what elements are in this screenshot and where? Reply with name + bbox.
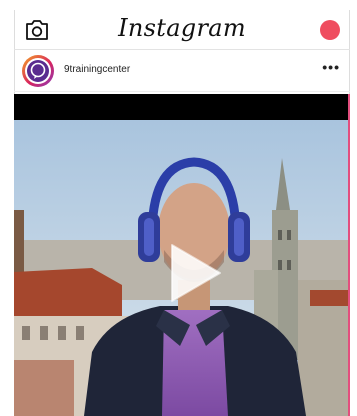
post-username[interactable]: 9trainingcenter [64,64,130,75]
avatar[interactable] [22,55,54,87]
speech-bubble-icon [30,62,46,79]
more-options-icon[interactable]: ••• [322,60,340,74]
post-header: 9trainingcenter ••• [14,50,350,92]
record-button[interactable] [320,20,340,40]
video-edge-accent [348,94,350,416]
app-title: Instagram [118,14,246,42]
top-bar: Instagram [14,10,350,50]
video-player[interactable] [14,94,350,416]
play-icon[interactable] [164,241,224,305]
avatar-logo [27,60,49,82]
